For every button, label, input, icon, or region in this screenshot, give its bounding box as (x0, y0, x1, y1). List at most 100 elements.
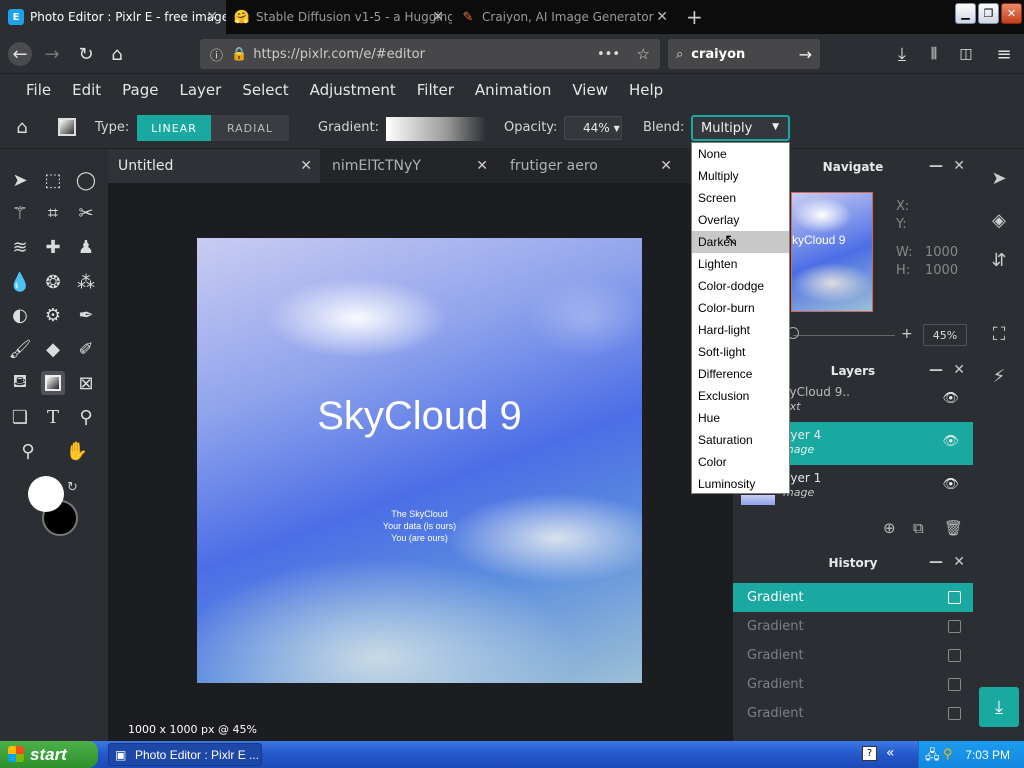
lightning-icon[interactable]: ⚡ (986, 363, 1012, 389)
artwork-canvas[interactable]: SkyCloud 9 The SkyCloud Your data (is ou… (197, 238, 642, 683)
gradient-tool-icon[interactable] (41, 371, 65, 395)
navigator-thumbnail[interactable]: kyCloud 9 (791, 192, 873, 312)
menu-file[interactable]: File (26, 81, 51, 99)
fill-bucket-icon[interactable]: ⛾ (8, 371, 32, 395)
browser-tab-stable-diffusion[interactable]: 🤗 Stable Diffusion v1-5 - a Hugging ✕ (226, 0, 452, 34)
blend-select[interactable]: Multiply ▼ (691, 115, 790, 141)
menu-layer[interactable]: Layer (180, 81, 222, 99)
reload-icon[interactable]: ↻ (74, 42, 98, 66)
layers-panel-icon[interactable]: ◈ (986, 207, 1012, 233)
eye-icon[interactable]: 👁 (942, 434, 959, 449)
blend-option-screen[interactable]: Screen (692, 187, 789, 209)
blend-option-color[interactable]: Color (692, 451, 789, 473)
close-doc-icon[interactable]: ✕ (660, 158, 672, 174)
history-item[interactable]: Gradient (733, 699, 973, 728)
arrange-tool-icon[interactable]: ➤ (8, 168, 32, 192)
brush-icon[interactable]: 🖌 (8, 337, 32, 361)
crop-icon[interactable]: ⌗ (41, 201, 65, 225)
close-panel-icon[interactable]: ✕ (953, 158, 965, 174)
close-doc-icon[interactable]: ✕ (476, 158, 488, 174)
eye-icon[interactable]: 👁 (942, 477, 959, 492)
blend-option-overlay[interactable]: Overlay (692, 209, 789, 231)
blend-option-none[interactable]: None (692, 143, 789, 165)
download-icon[interactable]: ⤓ (890, 42, 914, 66)
close-tab-icon[interactable]: ✕ (206, 9, 218, 25)
hand-pan-icon[interactable]: ✋ (65, 439, 89, 463)
text-tool-icon[interactable]: T (41, 405, 65, 429)
duplicate-layer-icon[interactable]: ⧉ (913, 519, 924, 537)
liquify-icon[interactable]: ≋ (8, 235, 32, 259)
doc-tab-nimeltctnyy[interactable]: nimElTcTNyY ✕ (322, 149, 496, 183)
library-icon[interactable]: ⫼ (922, 42, 946, 66)
search-tray-icon[interactable]: ⚲ (943, 746, 953, 762)
dodge-burn-icon[interactable]: ◐ (8, 303, 32, 327)
history-panel-icon[interactable]: ⇵ (986, 247, 1012, 273)
network-icon[interactable]: 🖧 (925, 746, 940, 768)
gradient-preview[interactable] (386, 117, 486, 141)
sidebar-icon[interactable]: ◫ (954, 42, 978, 66)
blend-option-luminosity[interactable]: Luminosity (692, 473, 789, 495)
back-arrow-icon[interactable]: ← (8, 42, 32, 66)
restore-icon[interactable]: ❐ (978, 3, 999, 24)
marquee-select-icon[interactable]: ⬚ (41, 168, 65, 192)
minimize-panel-icon[interactable]: — (929, 554, 943, 570)
close-panel-icon[interactable]: ✕ (953, 362, 965, 378)
zoom-icon[interactable]: ⚲ (16, 439, 40, 463)
doc-tab-frutiger-aero[interactable]: frutiger aero ✕ (500, 149, 680, 183)
menu-page[interactable]: Page (122, 81, 158, 99)
zoom-in-icon[interactable]: + (901, 326, 913, 342)
linear-button[interactable]: LINEAR (137, 115, 211, 141)
blend-option-difference[interactable]: Difference (692, 363, 789, 385)
browser-tab-craiyon[interactable]: ✎ Craiyon, AI Image Generator ✕ (452, 0, 676, 34)
clone-stamp-icon[interactable]: ♟ (74, 235, 98, 259)
sponge-icon[interactable]: ❂ (41, 270, 65, 294)
blend-option-multiply[interactable]: Multiply (692, 165, 789, 187)
hamburger-menu-icon[interactable]: ≡ (992, 42, 1016, 66)
zoom-slider[interactable] (793, 335, 895, 336)
start-button[interactable]: start (0, 741, 98, 768)
minimize-icon[interactable]: ▁ (955, 3, 976, 24)
radial-button[interactable]: RADIAL (211, 115, 289, 141)
pixelate-icon[interactable]: ⁂ (74, 270, 98, 294)
download-icon[interactable]: ⤓ (979, 687, 1019, 727)
menu-view[interactable]: View (572, 81, 608, 99)
history-item-selected[interactable]: Gradient (733, 583, 973, 612)
close-tab-icon[interactable]: ✕ (656, 9, 668, 25)
help-icon[interactable]: ? (862, 746, 877, 761)
minimize-panel-icon[interactable]: — (929, 158, 943, 174)
forward-arrow-icon[interactable]: → (40, 42, 64, 66)
swap-colors-icon[interactable]: ↻ (67, 480, 78, 495)
browser-tab-pixlr[interactable]: E Photo Editor : Pixlr E - free image ✕ (0, 0, 226, 34)
gear-icon[interactable]: ⚙ (41, 303, 65, 327)
menu-help[interactable]: Help (629, 81, 663, 99)
blend-option-exclusion[interactable]: Exclusion (692, 385, 789, 407)
fullscreen-icon[interactable]: ⛶ (986, 321, 1012, 347)
draw-shapes-icon[interactable]: ❏ (8, 405, 32, 429)
add-layer-icon[interactable]: ⊕ (883, 519, 896, 537)
doc-tab-untitled[interactable]: Untitled ✕ (108, 149, 320, 183)
minimize-panel-icon[interactable]: — (929, 362, 943, 378)
menu-edit[interactable]: Edit (72, 81, 101, 99)
shape-icon[interactable]: ⊠ (74, 371, 98, 395)
opacity-field[interactable]: 44% ▼ (564, 116, 622, 140)
history-item[interactable]: Gradient (733, 612, 973, 641)
search-input[interactable]: ⌕ craiyon → (668, 39, 820, 69)
home-icon[interactable]: ⌂ (10, 115, 34, 139)
close-doc-icon[interactable]: ✕ (300, 158, 312, 174)
blend-option-darken[interactable]: Darken (692, 231, 789, 253)
blend-option-color-burn[interactable]: Color-burn (692, 297, 789, 319)
close-tab-icon[interactable]: ✕ (432, 9, 444, 25)
menu-animation[interactable]: Animation (475, 81, 551, 99)
page-actions-icon[interactable]: ••• (597, 47, 620, 62)
search-go-arrow-icon[interactable]: → (799, 45, 812, 64)
close-panel-icon[interactable]: ✕ (953, 554, 965, 570)
taskbar-item-browser[interactable]: ▣ Photo Editor : Pixlr E ... (108, 743, 262, 766)
home-icon[interactable]: ⌂ (105, 42, 129, 66)
delete-layer-icon[interactable]: 🗑 (944, 519, 963, 537)
color-picker-icon[interactable]: ⚲ (74, 405, 98, 429)
history-item[interactable]: Gradient (733, 641, 973, 670)
color-replace-icon[interactable]: ✐ (74, 337, 98, 361)
blur-drop-icon[interactable]: 💧 (8, 270, 32, 294)
url-bar[interactable]: ⓘ 🔒 https://pixlr.com/e/#editor ••• ☆ (200, 39, 660, 69)
blend-option-hue[interactable]: Hue (692, 407, 789, 429)
